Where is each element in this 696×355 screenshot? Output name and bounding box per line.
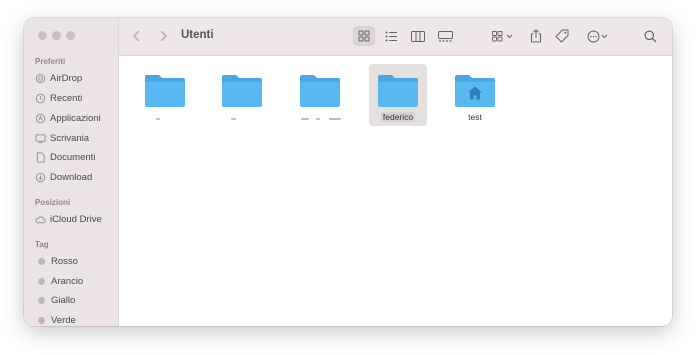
column-view-button[interactable]: [409, 26, 427, 46]
download-icon: [35, 172, 46, 183]
blurred-label: [146, 118, 186, 124]
sidebar-item-tag-verde[interactable]: Verde: [35, 313, 115, 326]
folder-icon: [378, 75, 418, 107]
folder-icon: [300, 75, 340, 107]
sidebar-item-tag-giallo[interactable]: Giallo: [35, 293, 115, 307]
zoom-button[interactable]: [66, 31, 75, 40]
sidebar-item-documenti[interactable]: Documenti: [35, 150, 115, 164]
search-button[interactable]: [641, 26, 659, 46]
chevron-right-icon: [160, 30, 167, 42]
clock-icon: [35, 93, 46, 104]
sidebar-item-download[interactable]: Download: [35, 170, 115, 184]
list-icon: [385, 31, 397, 41]
document-icon: [35, 151, 46, 163]
sidebar-item-label: AirDrop: [50, 72, 83, 84]
back-button[interactable]: [129, 26, 145, 46]
tag-icon: [555, 29, 569, 43]
locations-header: Posizioni: [35, 198, 71, 207]
more-actions-button[interactable]: [584, 26, 612, 46]
toolbar: Utenti: [119, 18, 672, 56]
tag-color-dot: [38, 316, 45, 324]
sidebar-item-tag-arancio[interactable]: Arancio: [35, 274, 115, 288]
favorites-header: Preferiti: [35, 57, 66, 66]
desktop-icon: [35, 133, 46, 144]
share-icon: [531, 29, 541, 43]
cloud-icon: [35, 214, 46, 225]
group-icon: [492, 30, 513, 41]
sidebar-item-label: Arancio: [51, 275, 84, 287]
share-button[interactable]: [528, 26, 544, 46]
folder-icon: [222, 75, 262, 107]
ellipsis-circle-icon: [587, 30, 608, 42]
folder-item-test[interactable]: test: [446, 64, 504, 126]
search-icon: [644, 30, 656, 42]
sidebar-item-label: Download: [50, 171, 93, 183]
folder-label-text: federico: [380, 112, 416, 122]
folder-item[interactable]: [136, 64, 194, 126]
sidebar-item-label: Giallo: [51, 294, 76, 306]
tag-color-dot: [38, 277, 45, 285]
gallery-view-button[interactable]: [435, 26, 455, 46]
sidebar-item-applicazioni[interactable]: Applicazioni: [35, 111, 115, 125]
sidebar-item-label: Applicazioni: [50, 112, 101, 124]
icon-view-button[interactable]: [353, 26, 375, 46]
sidebar-item-airdrop[interactable]: AirDrop: [35, 71, 115, 85]
chevron-left-icon: [133, 30, 140, 42]
close-button[interactable]: [38, 31, 47, 40]
folder-item-federico[interactable]: federico: [369, 64, 427, 126]
group-button[interactable]: [489, 26, 517, 46]
folder-label: test: [468, 112, 482, 122]
columns-icon: [411, 30, 425, 42]
sidebar-item-label: Recenti: [50, 92, 83, 104]
sidebar-item-label: iCloud Drive: [50, 213, 102, 225]
tag-color-dot: [38, 296, 45, 304]
gallery-icon: [437, 30, 453, 42]
grid-icon: [358, 30, 370, 42]
minimize-button[interactable]: [52, 31, 61, 40]
tags-header: Tag: [35, 240, 49, 249]
list-view-button[interactable]: [382, 26, 400, 46]
applications-icon: [35, 113, 46, 124]
sidebar-item-icloud-drive[interactable]: iCloud Drive: [35, 212, 115, 226]
sidebar-item-label: Verde: [51, 314, 76, 326]
sidebar-item-label: Documenti: [50, 151, 96, 163]
blurred-label: [223, 118, 263, 124]
sidebar-item-label: Rosso: [51, 255, 78, 267]
tag-button[interactable]: [553, 26, 571, 46]
forward-button[interactable]: [155, 26, 171, 46]
sidebar-item-label: Scrivania: [50, 132, 90, 144]
sidebar-item-recenti[interactable]: Recenti: [35, 91, 115, 105]
sidebar-item-scrivania[interactable]: Scrivania: [35, 131, 115, 145]
airdrop-icon: [35, 73, 46, 84]
folder-label: federico: [363, 112, 433, 122]
folder-item[interactable]: [213, 64, 271, 126]
finder-window: Preferiti AirDrop Recenti Applicazioni S…: [24, 18, 672, 326]
home-folder-icon: [455, 75, 495, 107]
window-title: Utenti: [181, 29, 214, 41]
file-view: federico test: [119, 56, 672, 326]
blurred-label: [301, 118, 341, 124]
folder-item[interactable]: [291, 64, 349, 126]
sidebar-item-tag-rosso[interactable]: Rosso: [35, 254, 115, 268]
sidebar: Preferiti AirDrop Recenti Applicazioni S…: [24, 18, 119, 326]
tag-color-dot: [38, 257, 45, 265]
folder-icon: [145, 75, 185, 107]
